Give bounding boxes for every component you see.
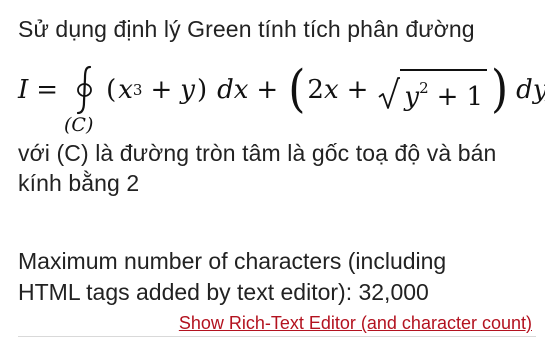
formula-plus: + bbox=[256, 75, 279, 105]
contour-label: (C) bbox=[64, 114, 94, 136]
character-limit-note: Maximum number of characters (including … bbox=[18, 246, 533, 308]
condition-line-2: kính bằng 2 bbox=[18, 170, 140, 196]
differential-dx: dx bbox=[217, 75, 249, 105]
term1-y: y bbox=[180, 75, 195, 105]
show-rich-text-editor-link[interactable]: Show Rich-Text Editor (and character cou… bbox=[176, 312, 534, 334]
radicand-y: y bbox=[404, 82, 420, 112]
radical-sign-icon bbox=[378, 77, 401, 109]
character-limit-line-2: HTML tags added by text editor): 32,000 bbox=[18, 279, 429, 305]
term2-coefficient: 2 bbox=[307, 75, 324, 105]
formula-lhs: I bbox=[18, 75, 29, 105]
term1-x: x bbox=[118, 75, 133, 105]
character-limit-line-1: Maximum number of characters (including bbox=[18, 248, 447, 274]
radicand-exponent: 2 bbox=[419, 79, 429, 97]
term2-close-paren: ) bbox=[491, 60, 509, 119]
term1-plus: + bbox=[150, 75, 173, 105]
term1-close-paren: ) bbox=[196, 75, 208, 105]
term1-exponent: 3 bbox=[132, 81, 143, 99]
contour-integral-icon bbox=[70, 64, 100, 116]
term2-x: x bbox=[323, 75, 339, 105]
line-integral-formula: I = ( x3 + y ) dx + ( 2x + y2 +1) dy (C… bbox=[18, 44, 545, 138]
square-root: y2 +1 bbox=[378, 69, 487, 111]
formula-row: I = ( x3 + y ) dx + ( 2x + y2 +1) dy bbox=[18, 64, 545, 116]
condition-line-1: với (C) là đường tròn tâm là gốc toạ độ … bbox=[18, 140, 497, 166]
formula-equals: = bbox=[36, 75, 59, 105]
question-text: Sử dụng định lý Green tính tích phân đườ… bbox=[18, 14, 545, 198]
radicand-one: 1 bbox=[466, 82, 483, 112]
term2-plus: + bbox=[346, 75, 369, 105]
term1-open-paren: ( bbox=[106, 75, 117, 105]
term2-open-paren: ( bbox=[288, 60, 306, 119]
radicand-plus: + bbox=[436, 82, 459, 112]
differential-dy: dy, bbox=[516, 75, 545, 105]
editor-divider bbox=[18, 336, 536, 337]
question-intro: Sử dụng định lý Green tính tích phân đườ… bbox=[18, 16, 475, 42]
radicand: y2 +1 bbox=[400, 69, 487, 111]
